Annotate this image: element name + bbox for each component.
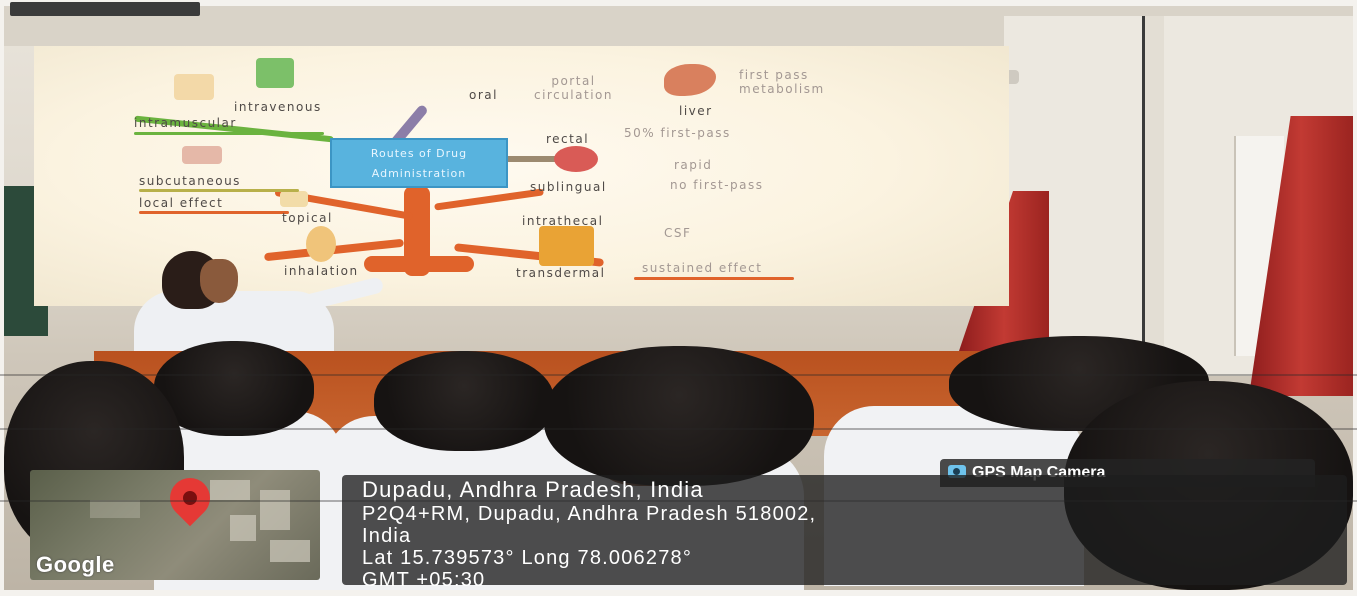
underline-sustained-effect	[634, 277, 794, 280]
subcutaneous-image	[182, 146, 222, 164]
scan-line	[0, 374, 1357, 376]
label-first-pass-metabolism: first pass metabolism	[739, 68, 825, 96]
label-transdermal: transdermal	[516, 266, 606, 280]
label-subcutaneous: subcutaneous	[139, 174, 241, 188]
label-intravenous: intravenous	[234, 100, 322, 114]
tongue-image	[554, 146, 598, 172]
map-building	[260, 490, 290, 530]
label-no-first-pass: no first-pass	[670, 178, 764, 192]
label-local-effect: local effect	[139, 196, 224, 210]
injection-image	[174, 74, 214, 100]
liver-image	[664, 64, 716, 96]
map-building	[230, 515, 256, 541]
map-thumbnail: Google	[30, 470, 320, 580]
address-line-1: P2Q4+RM, Dupadu, Andhra Pradesh 518002,	[362, 503, 817, 525]
label-liver: liver	[679, 104, 713, 118]
map-building	[210, 480, 250, 500]
scan-line	[0, 500, 1357, 502]
topical-image	[280, 191, 308, 207]
label-sustained-effect: sustained effect	[642, 261, 763, 275]
label-sublingual: sublingual	[530, 180, 607, 194]
patch-image	[539, 226, 594, 266]
address-line-2: India	[362, 525, 412, 547]
map-field	[90, 500, 140, 518]
underline-intramuscular	[134, 132, 324, 135]
iv-bag-image	[256, 58, 294, 88]
label-50-first-pass: 50% first-pass	[624, 126, 731, 140]
location-info-box: Dupadu, Andhra Pradesh, India P2Q4+RM, D…	[342, 475, 1347, 591]
wall-pillar	[1142, 16, 1164, 346]
coordinates: Lat 15.739573° Long 78.006278°	[362, 547, 693, 569]
google-logo: Google	[36, 552, 115, 577]
branch-intrathecal	[434, 188, 544, 211]
tree-root	[364, 256, 474, 272]
label-csf: CSF	[664, 226, 692, 240]
label-portal-circulation: portal circulation	[534, 74, 613, 102]
slide-title-line1: Routes of Drug	[370, 147, 468, 160]
timezone: GMT +05:30	[362, 569, 486, 591]
location-pin-icon	[161, 470, 219, 527]
inhaler-face-image	[306, 226, 336, 262]
label-topical: topical	[282, 211, 333, 225]
underline-subcutaneous	[139, 189, 299, 192]
label-rectal: rectal	[546, 132, 590, 146]
underline-local-effect	[139, 211, 289, 214]
map-building	[270, 540, 310, 562]
presenter-face	[200, 259, 238, 303]
label-intrathecal: intrathecal	[522, 214, 604, 228]
scan-line	[0, 428, 1357, 430]
label-inhalation: inhalation	[284, 264, 359, 278]
slide-title-line2: Administration	[371, 167, 467, 180]
label-intramuscular: intramuscular	[134, 116, 237, 130]
slide-title-box: Routes of Drug Administration	[330, 138, 508, 188]
top-left-mark	[10, 2, 200, 16]
label-rapid: rapid	[674, 158, 713, 172]
label-oral: oral	[469, 88, 498, 102]
